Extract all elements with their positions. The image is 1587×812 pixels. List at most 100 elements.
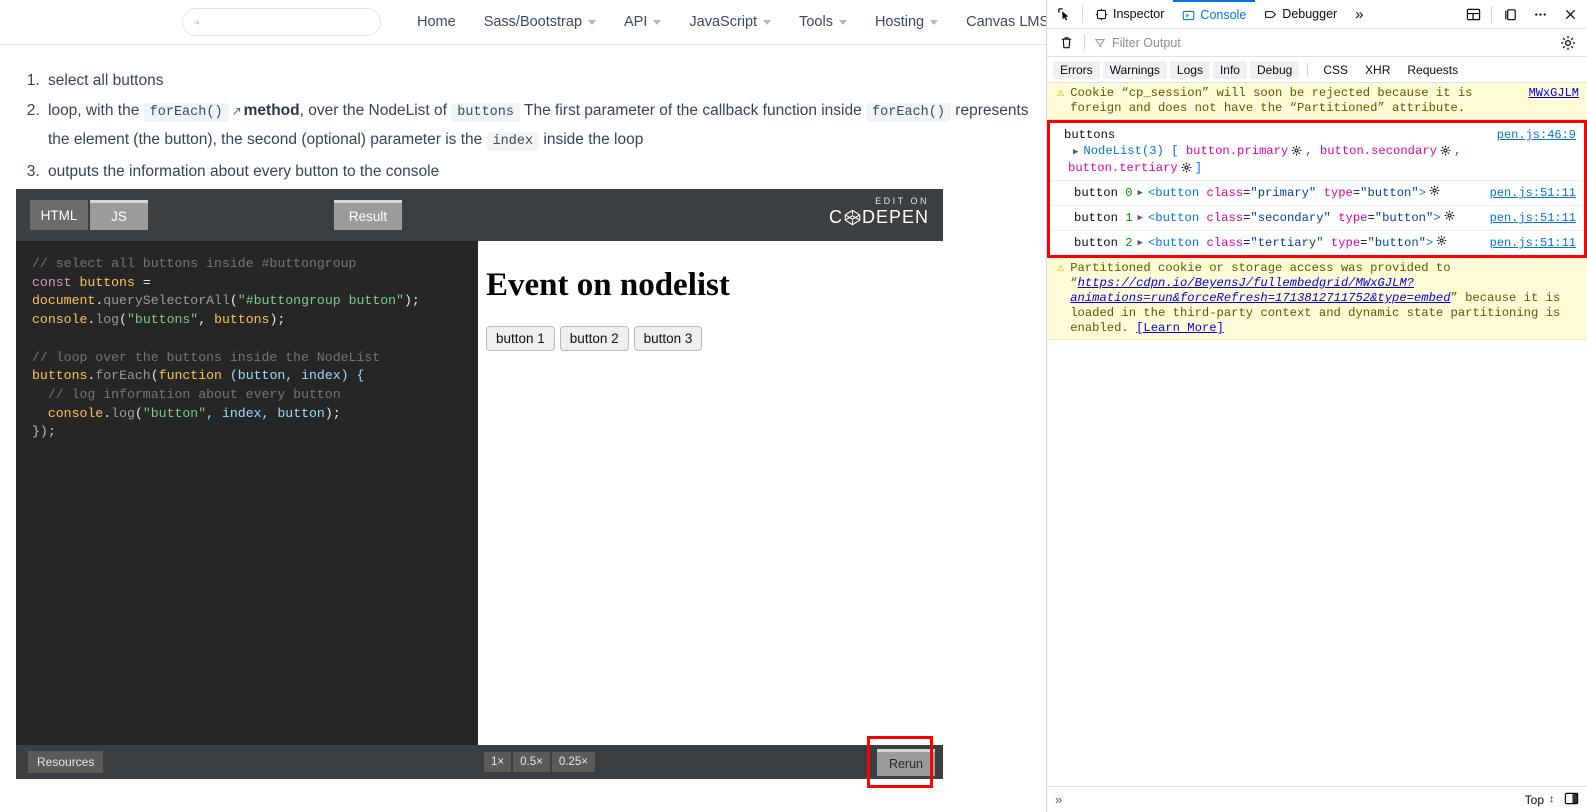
step-2-text-c: , over the NodeList of [299, 102, 447, 119]
console-log-button-2[interactable]: button 2 ▶ <button class = "tertiary" type =… [1050, 231, 1584, 255]
more-options-icon[interactable] [1525, 1, 1555, 28]
clear-console-icon[interactable] [1051, 29, 1081, 56]
expand-triangle-icon[interactable]: ▶ [1138, 210, 1143, 226]
expand-triangle-icon[interactable]: ▶ [1138, 185, 1143, 201]
codepen-logo-edit-on: EDIT ON [875, 196, 929, 206]
context-selector[interactable]: Top ↕ [1525, 793, 1554, 807]
resources-button[interactable]: Resources [28, 751, 104, 773]
log-buttons-source[interactable]: pen.js:46:9 [1497, 127, 1576, 143]
warning-cookie-text: Cookie “cp_session” will soon be rejecte… [1070, 86, 1473, 115]
warning-partitioned-url[interactable]: https://cdpn.io/BeyensJ/fullembedgrid/MW… [1070, 276, 1450, 305]
log-comma-1: , [1305, 144, 1313, 158]
nav-item-hosting[interactable]: Hosting [861, 14, 952, 30]
inspect-node-icon[interactable] [1429, 185, 1440, 196]
log-source[interactable]: pen.js:51:11 [1490, 185, 1576, 201]
log-label: button [1074, 211, 1118, 225]
close-icon[interactable] [1555, 1, 1585, 28]
inspect-node-icon[interactable] [1181, 162, 1192, 173]
console-log-button-1[interactable]: button 1 ▶ <button class = "secondary" type… [1050, 206, 1584, 231]
separate-window-icon[interactable] [1495, 1, 1525, 28]
log-node-2[interactable]: button.secondary [1320, 144, 1437, 158]
nav-item-home[interactable]: Home [403, 14, 470, 30]
search-field[interactable] [200, 13, 380, 31]
console-warning-partitioned[interactable]: ⚠ Partitioned cookie or storage access w… [1047, 258, 1587, 340]
rerun-button[interactable]: Rerun [876, 748, 935, 776]
log-node-1[interactable]: button.primary [1186, 144, 1288, 158]
filter-xhr[interactable]: XHR [1358, 61, 1397, 79]
console-log-buttons[interactable]: buttons pen.js:46:9 ▶ NodeList(3) [ butto… [1050, 123, 1584, 181]
zoom-025x-button[interactable]: 0.25× [551, 752, 595, 772]
step-3-text: outputs the information about every butt… [48, 163, 440, 180]
inspect-node-icon[interactable] [1436, 235, 1447, 246]
filter-warnings[interactable]: Warnings [1102, 60, 1167, 79]
demo-button-2[interactable]: button 2 [559, 326, 629, 351]
zoom-05x-button[interactable]: 0.5× [513, 752, 550, 772]
nav-item-javascript[interactable]: JavaScript [675, 14, 785, 30]
filter-placeholder-text: Filter Output [1112, 35, 1181, 50]
nav-label: JavaScript [689, 14, 758, 30]
filter-requests[interactable]: Requests [1400, 61, 1465, 79]
search-input[interactable] [182, 8, 381, 36]
tab-result[interactable]: Result [334, 200, 402, 230]
expand-triangle-icon[interactable]: ▶ [1073, 147, 1078, 157]
log-attr-class: class [1206, 211, 1244, 225]
codepen-logo-depen: DEPEN [861, 207, 929, 227]
inspect-node-icon[interactable] [1440, 145, 1451, 156]
tab-debugger[interactable]: Debugger [1255, 0, 1346, 28]
code-button-string: "button" [142, 405, 207, 421]
code-function-kw: function [158, 368, 222, 384]
codepen-logo[interactable]: EDIT ON C DEPEN [829, 196, 929, 228]
nav-label: Canvas LMS [966, 14, 1047, 30]
warning-cookie-source[interactable]: MWxGJLM [1529, 86, 1579, 101]
code-queryselectorall: querySelectorAll [103, 293, 230, 309]
codepen-body: // select all buttons inside #buttongrou… [16, 241, 943, 745]
split-console-icon[interactable] [1564, 791, 1579, 809]
chevron-down-icon [930, 19, 939, 25]
nav-item-api[interactable]: API [610, 14, 675, 30]
filter-pill-divider [1307, 62, 1309, 77]
instruction-steps: select all buttons loop, with the forEac… [0, 45, 1046, 185]
code-buttons-string: "buttons" [127, 312, 199, 328]
log-node-3[interactable]: button.tertiary [1068, 161, 1178, 175]
console-output[interactable]: ⚠ Cookie “cp_session” will soon be rejec… [1047, 83, 1587, 786]
learn-more-link[interactable]: [Learn More] [1136, 321, 1224, 335]
inspect-node-icon[interactable] [1444, 210, 1455, 221]
dock-layout-icon[interactable] [1458, 1, 1488, 28]
console-warning-cookie[interactable]: ⚠ Cookie “cp_session” will soon be rejec… [1047, 83, 1587, 120]
console-settings-icon[interactable] [1553, 29, 1583, 56]
tab-console[interactable]: Console [1173, 0, 1256, 28]
demo-button-1[interactable]: button 1 [486, 326, 555, 351]
tab-html[interactable]: HTML [30, 200, 88, 230]
filter-info[interactable]: Info [1212, 60, 1247, 79]
chevron-down-icon [838, 19, 847, 25]
console-prompt-icon[interactable]: » [1055, 792, 1062, 807]
codepen-embed-header: HTML JS Result EDIT ON C DEPEN [16, 189, 943, 241]
nav-label: Sass/Bootstrap [483, 14, 583, 30]
filter-css[interactable]: CSS [1316, 61, 1355, 79]
log-source[interactable]: pen.js:51:11 [1490, 210, 1576, 226]
filter-debug[interactable]: Debug [1249, 60, 1300, 79]
filter-output-input[interactable]: Filter Output [1088, 32, 1553, 53]
filter-errors[interactable]: Errors [1053, 60, 1100, 79]
toolbar-overflow-button[interactable]: » [1346, 0, 1372, 28]
nav-item-tools[interactable]: Tools [785, 14, 861, 30]
filter-logs[interactable]: Logs [1169, 60, 1210, 79]
log-source[interactable]: pen.js:51:11 [1490, 235, 1576, 251]
demo-button-3[interactable]: button 3 [633, 326, 703, 351]
devtools-toolbar: Inspector Console Debugger » [1047, 0, 1587, 29]
expand-triangle-icon[interactable]: ▶ [1138, 235, 1143, 251]
step-2-text-f: inside the loop [543, 131, 644, 148]
console-log-button-0[interactable]: button 0 ▶ <button class = "primary" type = "… [1050, 181, 1584, 206]
code-foreach: forEach [95, 368, 151, 384]
log-attr-type: type [1330, 236, 1361, 250]
nav-item-sass-bootstrap[interactable]: Sass/Bootstrap [470, 14, 610, 30]
zoom-1x-button[interactable]: 1× [484, 752, 512, 772]
log-nodelist-type: NodeList(3) [1083, 144, 1164, 158]
tab-js[interactable]: JS [90, 200, 148, 230]
nav-item-canvas-lms[interactable]: Canvas LMS [952, 14, 1047, 30]
tab-inspector[interactable]: Inspector [1086, 0, 1173, 28]
js-code-editor[interactable]: // select all buttons inside #buttongrou… [16, 241, 478, 745]
inspect-node-icon[interactable] [1291, 145, 1302, 156]
warning-icon: ⚠ [1057, 86, 1065, 100]
element-picker-icon[interactable] [1049, 1, 1079, 28]
